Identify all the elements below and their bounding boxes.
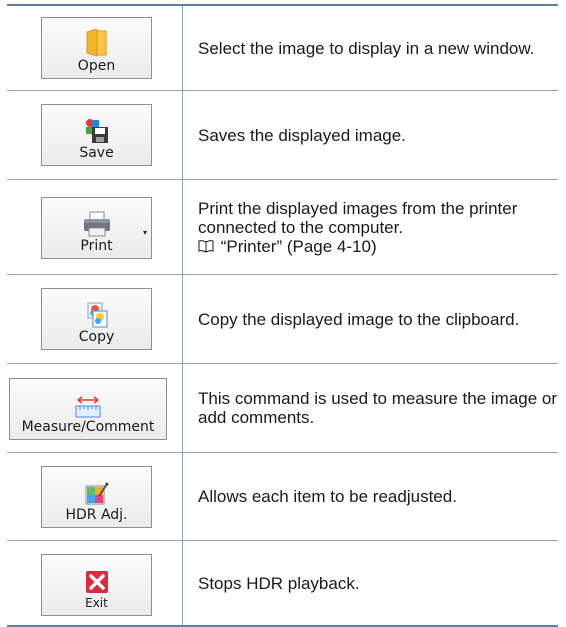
description-cell: This command is used to measure the imag… [183, 364, 558, 452]
icon-cell: Measure/Comment [7, 364, 183, 452]
icon-cell: Open [7, 6, 183, 90]
description-cell: Copy the displayed image to the clipboar… [183, 275, 558, 363]
page-reference: “Printer” (Page 4-10) [198, 237, 558, 256]
hdr-adjust-button-label: HDR Adj. [65, 507, 128, 523]
description-text: Saves the displayed image. [198, 125, 406, 145]
exit-icon [85, 571, 108, 593]
icon-cell: Exit [7, 541, 183, 625]
open-button-label: Open [77, 58, 116, 74]
open-button[interactable]: Open [41, 17, 152, 79]
table-row-exit: Exit Stops HDR playback. [7, 541, 558, 627]
icon-cell: HDR Adj. [7, 453, 183, 540]
print-button-label: Print [80, 238, 113, 254]
copy-icon [87, 302, 107, 328]
description-cell: Select the image to display in a new win… [183, 6, 558, 90]
book-icon [198, 239, 214, 253]
description-text: Select the image to display in a new win… [198, 38, 535, 58]
hdr-adjust-button[interactable]: HDR Adj. [41, 466, 152, 528]
description-cell: Print the displayed images from the prin… [183, 180, 558, 274]
exit-button-label: Exit [85, 596, 108, 610]
print-button[interactable]: Print ▾ [41, 197, 152, 259]
table-row-save: Save Saves the displayed image. [7, 91, 558, 180]
table-row-copy: Copy Copy the displayed image to the cli… [7, 275, 558, 364]
save-icon [85, 119, 108, 143]
copy-button[interactable]: Copy [41, 288, 152, 350]
description-cell: Stops HDR playback. [183, 541, 558, 625]
folder-icon [86, 29, 106, 57]
description-text: Print the displayed images from the prin… [198, 198, 518, 237]
table-row-hdr-adjust: HDR Adj. Allows each item to be readjust… [7, 453, 558, 541]
measure-comment-button-label: Measure/Comment [21, 419, 155, 435]
save-button-label: Save [79, 145, 114, 161]
description-text: Copy the displayed image to the clipboar… [198, 309, 520, 329]
description-text: This command is used to measure the imag… [198, 389, 558, 427]
hdr-adjust-icon [85, 482, 109, 505]
description-cell: Saves the displayed image. [183, 91, 558, 179]
dropdown-arrow-icon[interactable]: ▾ [143, 228, 147, 237]
description-text: Allows each item to be readjusted. [198, 487, 457, 506]
description-block: Print the displayed images from the prin… [198, 199, 558, 256]
measure-comment-button[interactable]: Measure/Comment [9, 378, 167, 440]
page-reference-link[interactable]: “Printer” (Page 4-10) [221, 237, 377, 256]
description-text: Stops HDR playback. [198, 573, 360, 593]
copy-button-label: Copy [78, 329, 115, 345]
icon-cell: Save [7, 91, 183, 179]
ruler-icon [75, 396, 101, 418]
table-row-print: Print ▾ Print the displayed images from … [7, 180, 558, 275]
table-row-measure-comment: Measure/Comment This command is used to … [7, 364, 558, 453]
table-row-open: Open Select the image to display in a ne… [7, 6, 558, 91]
description-cell: Allows each item to be readjusted. [183, 453, 558, 540]
exit-button[interactable]: Exit [41, 554, 152, 616]
save-button[interactable]: Save [41, 104, 152, 166]
printer-icon [83, 211, 110, 237]
toolbar-command-table: Open Select the image to display in a ne… [7, 4, 558, 627]
icon-cell: Print ▾ [7, 180, 183, 274]
icon-cell: Copy [7, 275, 183, 363]
